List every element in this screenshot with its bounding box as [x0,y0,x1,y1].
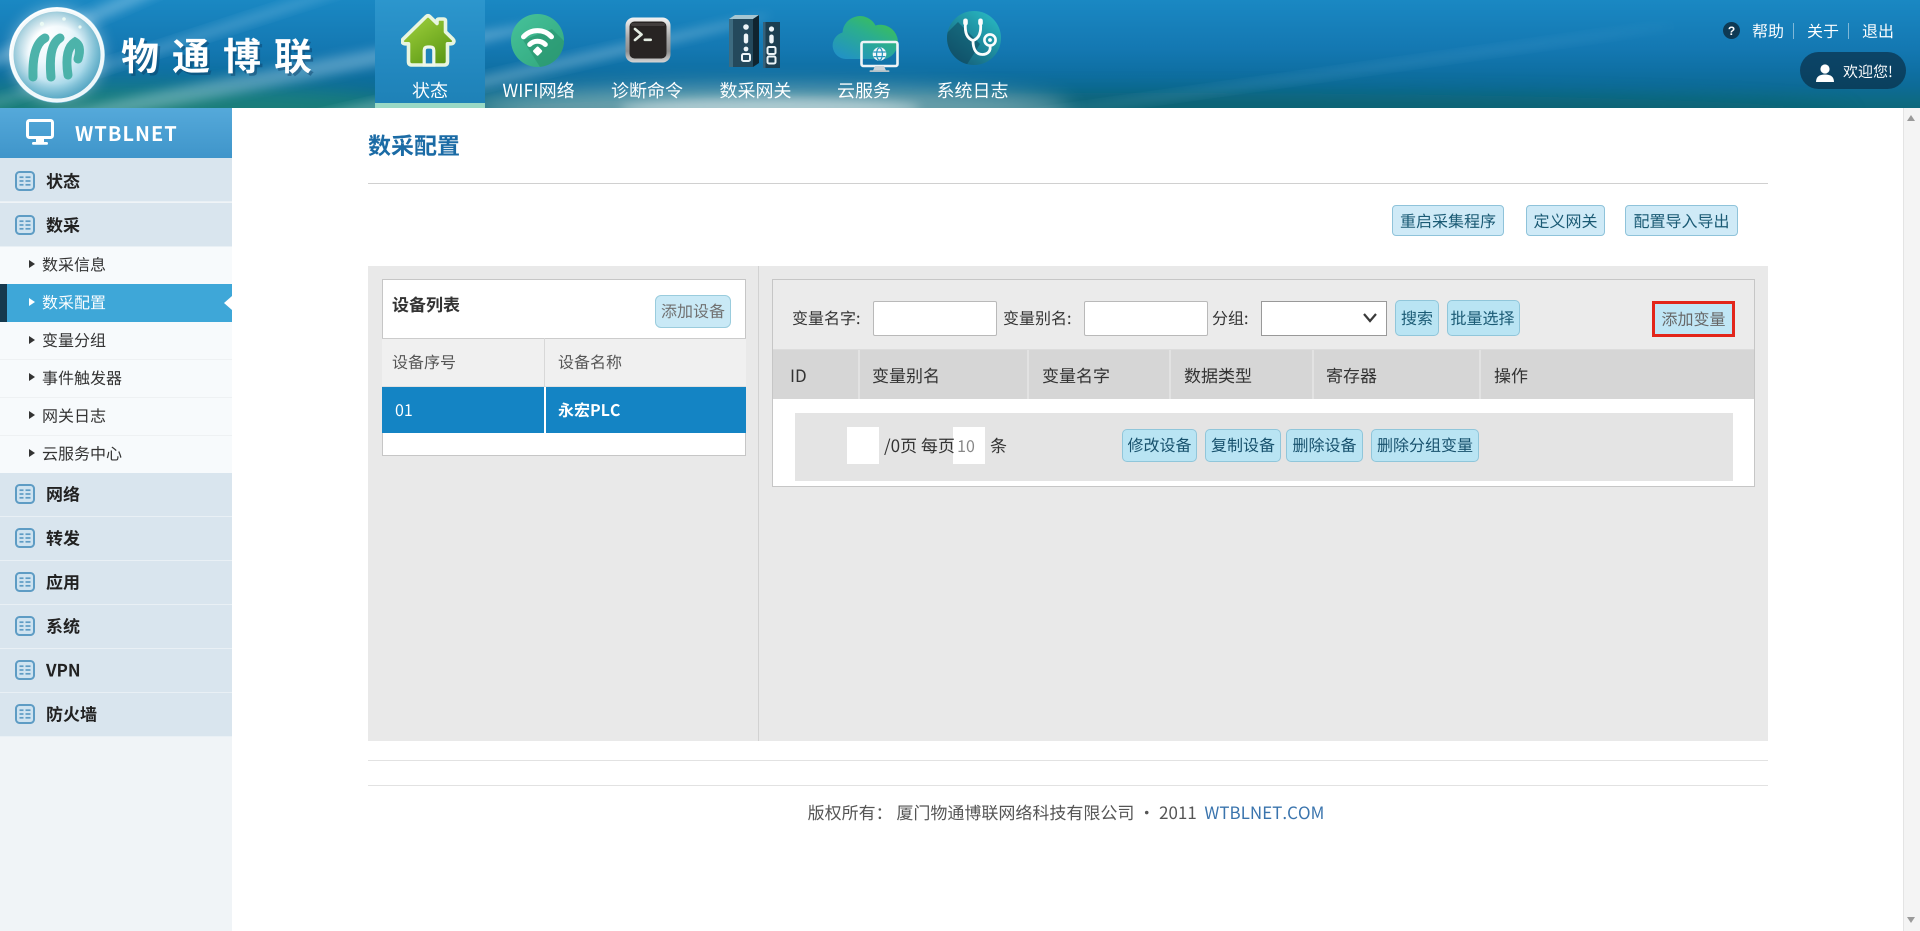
svg-text:?: ? [1728,24,1735,38]
